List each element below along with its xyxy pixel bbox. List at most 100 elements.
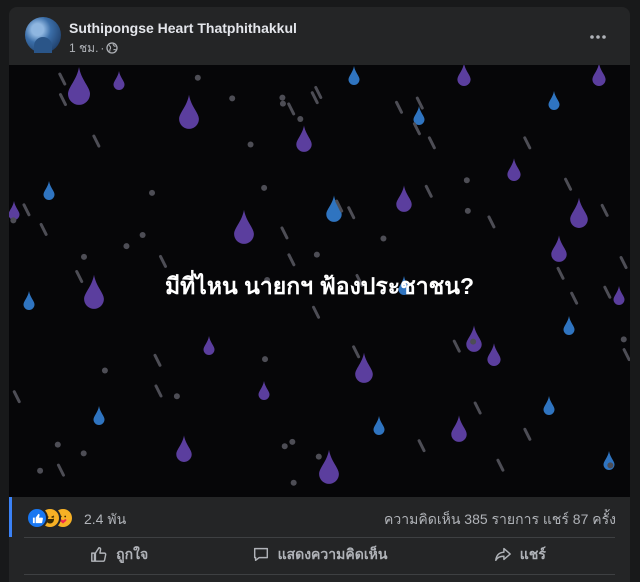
rain-streak: [12, 390, 21, 404]
raindrop: [113, 71, 125, 90]
rain-streak: [58, 72, 67, 86]
rain-streak: [159, 254, 168, 268]
rain-streak: [523, 427, 532, 441]
rain-streak: [287, 253, 296, 267]
rain-streak: [347, 206, 356, 220]
rain-streak: [564, 177, 573, 191]
raindrop: [543, 396, 555, 415]
raindrop: [176, 435, 192, 462]
comment-icon: [252, 545, 270, 566]
like-reaction-icon: [26, 507, 48, 529]
rain-streak: [56, 463, 65, 477]
rain-dot: [620, 336, 627, 343]
raindrop: [348, 66, 360, 85]
image-caption-text: มีที่ไหน นายกฯ ฟ้องประชาชน?: [164, 273, 475, 299]
rain-dot: [279, 94, 286, 101]
rain-dot: [80, 450, 87, 457]
rain-streak: [22, 203, 31, 217]
raindrop: [296, 125, 312, 152]
raindrop: [487, 343, 501, 366]
rain-dot: [261, 184, 268, 191]
rain-dot: [173, 393, 180, 400]
post-time[interactable]: 1 ชม.: [69, 41, 98, 55]
rain-dot: [101, 367, 108, 374]
rain-dot: [279, 100, 286, 107]
rain-dot: [290, 479, 297, 486]
post-stats: 2.4 พัน ความคิดเห็น 385 รายการ แชร์ 87 ค…: [9, 497, 630, 537]
raindrop: [563, 316, 575, 335]
action-bar: ถูกใจ แสดงความคิดเห็น แชร์: [9, 538, 630, 572]
globe-icon[interactable]: [106, 42, 119, 57]
post-image[interactable]: มีที่ไหน นายกฯ ฟ้องประชาชน?: [9, 65, 630, 497]
raindrop: [179, 94, 199, 129]
actions-divider: [24, 574, 615, 575]
rain-dot: [139, 232, 146, 239]
rain-streak: [424, 184, 433, 198]
reaction-count[interactable]: 2.4 พัน: [84, 509, 126, 531]
rain-dot: [380, 235, 387, 242]
post-card: Suthipongse Heart Thatphithakkul 1 ชม. · …: [9, 7, 630, 582]
post-header: Suthipongse Heart Thatphithakkul 1 ชม. ·: [9, 7, 630, 65]
thumbs-up-icon: [90, 545, 108, 566]
rain-streak: [523, 136, 532, 150]
raindrop: [93, 406, 105, 425]
rain-streak: [496, 458, 505, 472]
rain-dot: [315, 453, 322, 460]
rain-streak: [415, 96, 424, 110]
comment-label: แสดงความคิดเห็น: [277, 546, 388, 562]
rain-streak: [417, 439, 426, 453]
rain-dot: [262, 356, 269, 363]
rain-dot: [37, 467, 44, 474]
rain-dot: [80, 253, 87, 260]
rain-streak: [310, 91, 319, 105]
rain-streak: [154, 384, 163, 398]
raindrop: [592, 65, 606, 86]
raindrop: [234, 209, 254, 244]
raindrop: [258, 381, 270, 400]
rain-streak: [487, 215, 496, 229]
raindrop: [396, 185, 412, 212]
share-icon: [494, 545, 512, 566]
share-count[interactable]: แชร์ 87 ครั้ง: [543, 511, 616, 527]
share-button[interactable]: แชร์: [420, 538, 620, 572]
rain-streak: [314, 85, 323, 99]
rain-streak: [312, 305, 321, 319]
raindrop: [9, 201, 20, 220]
raindrop: [373, 416, 385, 435]
rain-dot: [123, 243, 130, 250]
rain-dot: [149, 189, 156, 196]
rain-dot: [247, 141, 254, 148]
raindrop: [68, 67, 90, 105]
rain-dot: [229, 95, 236, 102]
comment-count[interactable]: ความคิดเห็น 385 รายการ: [384, 511, 539, 527]
rain-streak: [427, 136, 436, 150]
rain-streak: [395, 100, 404, 114]
rain-streak: [153, 353, 162, 367]
rain-streak: [92, 134, 101, 148]
raindrop: [451, 415, 467, 442]
rain-dot: [470, 338, 477, 345]
rain-streak: [412, 122, 421, 136]
rain-dot: [194, 74, 201, 81]
avatar[interactable]: [25, 17, 61, 53]
rain-dot: [54, 441, 61, 448]
rain-dot: [313, 251, 320, 258]
raindrop: [43, 181, 55, 200]
raindrop: [203, 336, 215, 355]
comment-button[interactable]: แสดงความคิดเห็น: [219, 538, 419, 572]
raindrop: [570, 197, 588, 228]
rain-dot: [464, 207, 471, 214]
rain-streak: [622, 348, 630, 362]
rain-dot: [607, 462, 614, 469]
author-name[interactable]: Suthipongse Heart Thatphithakkul: [69, 20, 297, 36]
like-button[interactable]: ถูกใจ: [19, 538, 219, 572]
raindrop: [457, 65, 471, 86]
more-options-button[interactable]: [582, 19, 614, 51]
rain-streak: [619, 256, 628, 270]
rain-streak: [352, 345, 361, 359]
post-meta: 1 ชม. ·: [69, 39, 119, 58]
raindrop: [548, 91, 560, 110]
raindrop: [507, 158, 521, 181]
rain-streak: [58, 93, 67, 107]
rain-streak: [280, 226, 289, 240]
